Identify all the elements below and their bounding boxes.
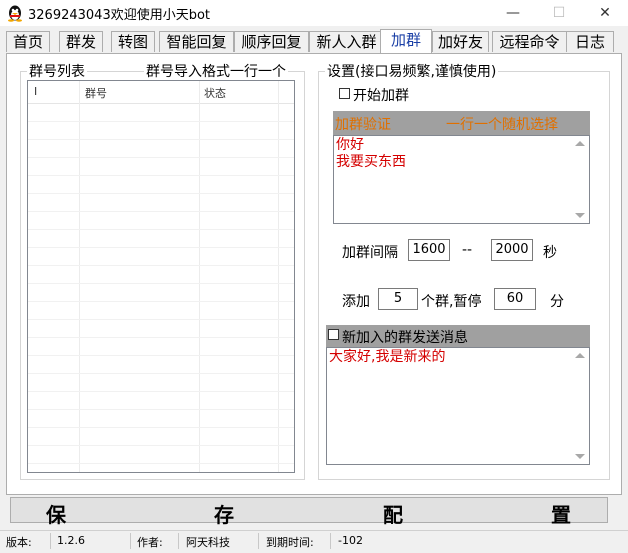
scroll-down-icon[interactable]	[575, 454, 585, 459]
tab-add-friend[interactable]: 加好友	[432, 31, 489, 52]
grid-line	[28, 445, 294, 446]
interval-separator: --	[462, 242, 473, 258]
group-list-hint: 群号导入格式一行一个	[144, 61, 288, 81]
grid-line	[28, 229, 294, 230]
welcome-message-textarea[interactable]: 大家好,我是新来的	[326, 347, 590, 465]
verify-scrollbar[interactable]	[572, 136, 589, 223]
grid-line	[28, 157, 294, 158]
maximize-icon: ☐	[552, 5, 566, 21]
grid-line	[28, 175, 294, 176]
grid-line	[28, 193, 294, 194]
verify-line: 我要买东西	[336, 154, 406, 170]
save-button-char: 置	[551, 503, 571, 527]
list-header: I 群号 状态	[28, 81, 294, 104]
grid-line	[28, 247, 294, 248]
maximize-button[interactable]: ☐	[536, 0, 582, 26]
grid-line	[28, 139, 294, 140]
save-button-char: 保	[46, 503, 66, 527]
start-join-checkbox[interactable]	[339, 88, 350, 99]
interval-unit: 秒	[543, 245, 557, 261]
tab-smart-reply[interactable]: 智能回复	[159, 31, 234, 52]
tab-join-group[interactable]: 加群	[380, 29, 432, 53]
grid-line	[28, 391, 294, 392]
scroll-up-icon[interactable]	[575, 141, 585, 146]
pause-label: 个群,暂停	[421, 294, 482, 310]
grid-line	[28, 265, 294, 266]
status-separator	[330, 533, 331, 549]
grid-line	[28, 355, 294, 356]
welcome-message-checkbox[interactable]	[328, 329, 339, 340]
interval-min-input[interactable]: 1600	[408, 239, 450, 261]
welcome-message-label: 新加入的群发送消息	[342, 330, 468, 346]
settings-title: 设置(接口易频繁,谨慎使用)	[325, 61, 499, 81]
close-icon: ✕	[599, 5, 611, 21]
tab-convert-image[interactable]: 转图	[111, 31, 155, 52]
version-label: 版本:	[6, 536, 32, 549]
grid-line	[28, 409, 294, 410]
save-button-char: 配	[383, 503, 403, 527]
save-config-button[interactable]: 保 存 配 置	[10, 497, 608, 527]
add-count-input[interactable]: 5	[378, 288, 418, 310]
interval-label: 加群间隔	[342, 245, 398, 261]
status-separator	[50, 533, 51, 549]
verify-message-textarea[interactable]: 你好 我要买东西	[333, 135, 590, 224]
start-join-label: 开始加群	[353, 88, 409, 104]
tab-strip: 首页 群发 转图 智能回复 顺序回复 新人入群 加群 加好友 远程命令 日志	[6, 29, 622, 53]
grid-line	[28, 211, 294, 212]
pause-minutes-input[interactable]: 60	[494, 288, 536, 310]
verify-header-hint: 一行一个随机选择	[446, 117, 558, 133]
tab-remote-command[interactable]: 远程命令	[492, 31, 567, 52]
status-bar: 版本: 1.2.6 作者: 阿天科技 到期时间: -102	[0, 530, 628, 553]
add-count-label: 添加	[342, 294, 370, 310]
grid-line	[28, 337, 294, 338]
welcome-scrollbar[interactable]	[572, 348, 589, 464]
verify-line: 你好	[336, 137, 364, 153]
verify-header-title: 加群验证	[335, 117, 391, 133]
welcome-message-text: 大家好,我是新来的	[329, 349, 446, 365]
group-list-title: 群号列表	[27, 61, 87, 81]
author-value: 阿天科技	[186, 536, 230, 549]
expire-label: 到期时间:	[266, 536, 314, 549]
tab-new-member[interactable]: 新人入群	[309, 31, 384, 52]
status-separator	[130, 533, 131, 549]
grid-line	[28, 427, 294, 428]
author-label: 作者:	[137, 536, 163, 549]
group-list[interactable]: I 群号 状态	[27, 80, 295, 473]
column-index[interactable]: I	[34, 85, 37, 98]
column-status[interactable]: 状态	[204, 85, 226, 101]
window-title: 3269243043欢迎使用小天bot	[28, 8, 211, 23]
expire-value: -102	[338, 534, 363, 547]
pause-unit: 分	[550, 294, 564, 310]
grid-line	[28, 121, 294, 122]
version-value: 1.2.6	[57, 534, 85, 547]
grid-line	[28, 373, 294, 374]
grid-line	[28, 283, 294, 284]
column-group-number[interactable]: 群号	[85, 85, 107, 101]
tab-sequential-reply[interactable]: 顺序回复	[234, 31, 309, 52]
tab-home[interactable]: 首页	[6, 31, 50, 52]
qq-penguin-icon	[8, 5, 22, 22]
minimize-button[interactable]: —	[490, 0, 536, 26]
status-separator	[258, 533, 259, 549]
close-button[interactable]: ✕	[582, 0, 628, 26]
grid-line	[28, 463, 294, 464]
tab-log[interactable]: 日志	[566, 31, 614, 52]
title-bar: 3269243043欢迎使用小天bot — ☐ ✕	[0, 0, 628, 26]
save-button-char: 存	[214, 503, 234, 527]
status-separator	[178, 533, 179, 549]
tab-mass-send[interactable]: 群发	[59, 31, 103, 52]
grid-line	[28, 319, 294, 320]
minimize-icon: —	[506, 5, 520, 21]
grid-line	[28, 301, 294, 302]
interval-max-input[interactable]: 2000	[491, 239, 533, 261]
scroll-down-icon[interactable]	[575, 213, 585, 218]
scroll-up-icon[interactable]	[575, 353, 585, 358]
